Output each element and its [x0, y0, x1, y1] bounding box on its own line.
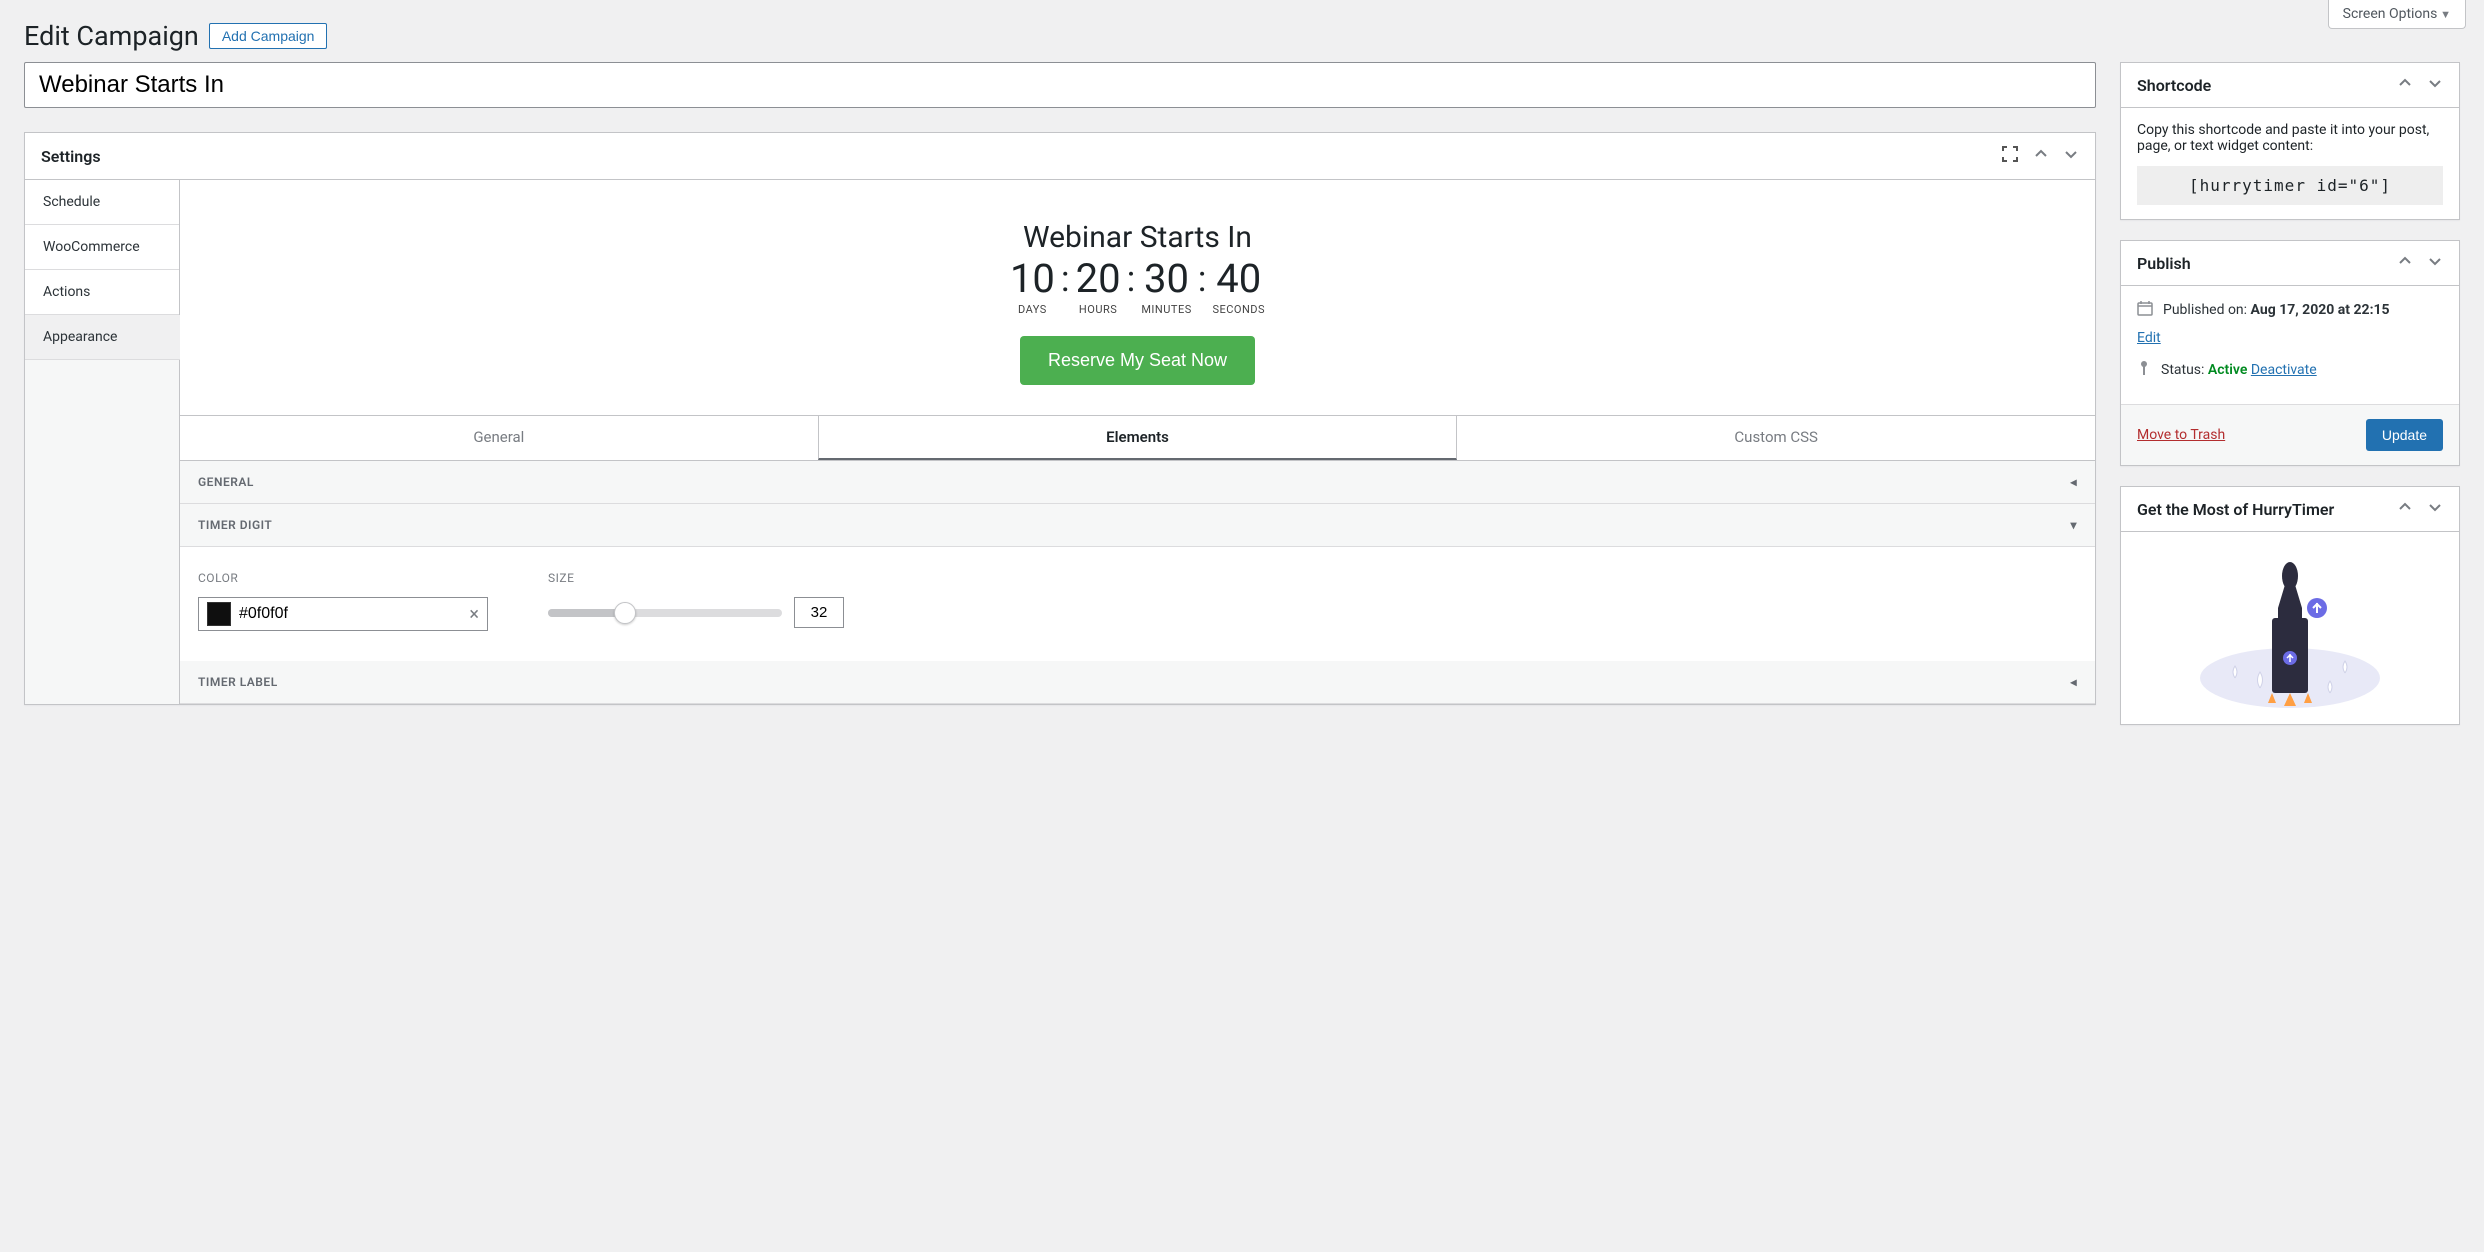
preview-title: Webinar Starts In: [200, 220, 2075, 255]
collapse-down-icon[interactable]: [2063, 146, 2079, 166]
timer-hours-value: 20: [1076, 259, 1121, 299]
triangle-down-icon: ▾: [2070, 518, 2077, 532]
subtab-custom-css[interactable]: Custom CSS: [1457, 416, 2095, 460]
tab-appearance[interactable]: Appearance: [25, 315, 180, 360]
status-value: Active: [2208, 362, 2247, 378]
collapse-up-icon[interactable]: [2397, 253, 2413, 273]
collapse-up-icon[interactable]: [2397, 75, 2413, 95]
accordion-timer-label[interactable]: TIMER LABEL ◂: [180, 661, 2095, 704]
timer-seconds-label: SECONDS: [1212, 303, 1265, 316]
calendar-icon: [2137, 300, 2153, 320]
slider-thumb[interactable]: [614, 602, 636, 624]
shortcode-box: Shortcode Copy this shortcode and paste …: [2120, 62, 2460, 220]
add-campaign-button[interactable]: Add Campaign: [209, 23, 328, 49]
accordion-timer-label-label: TIMER LABEL: [198, 675, 278, 689]
timer-minutes-label: MINUTES: [1141, 303, 1191, 316]
triangle-left-icon: ◂: [2070, 675, 2077, 689]
screen-options-toggle[interactable]: Screen Options: [2328, 0, 2466, 29]
tab-schedule[interactable]: Schedule: [25, 180, 179, 225]
accordion-timer-digit-label: TIMER DIGIT: [198, 518, 272, 532]
promo-box-title: Get the Most of HurryTimer: [2137, 500, 2334, 519]
collapse-down-icon[interactable]: [2427, 499, 2443, 519]
campaign-title-input[interactable]: [24, 62, 2096, 108]
timer-separator: :: [1127, 259, 1136, 297]
shortcode-description: Copy this shortcode and paste it into yo…: [2137, 122, 2443, 154]
size-field-label: SIZE: [548, 571, 844, 585]
timer-days: 10 DAYS: [1010, 259, 1055, 316]
timer-hours: 20 HOURS: [1076, 259, 1121, 316]
timer-separator: :: [1198, 259, 1207, 297]
settings-box: Settings Schedul: [24, 132, 2096, 705]
timer-seconds-value: 40: [1212, 259, 1265, 299]
promo-box: Get the Most of HurryTimer: [2120, 486, 2460, 725]
triangle-left-icon: ◂: [2070, 475, 2077, 489]
reserve-seat-button[interactable]: Reserve My Seat Now: [1020, 336, 1255, 385]
tab-woocommerce[interactable]: WooCommerce: [25, 225, 179, 270]
tab-actions[interactable]: Actions: [25, 270, 179, 315]
timer-preview: Webinar Starts In 10 DAYS : 20 HOURS: [180, 180, 2095, 415]
subtab-general[interactable]: General: [180, 416, 818, 460]
shortcode-box-title: Shortcode: [2137, 76, 2211, 95]
timer-minutes: 30 MINUTES: [1141, 259, 1191, 316]
rocket-illustration: [2190, 548, 2390, 708]
edit-publish-date-link[interactable]: Edit: [2137, 330, 2161, 346]
clear-color-icon[interactable]: ×: [469, 604, 479, 625]
timer-days-label: DAYS: [1010, 303, 1055, 316]
accordion-timer-digit[interactable]: TIMER DIGIT ▾: [180, 504, 2095, 547]
color-swatch[interactable]: [207, 602, 231, 626]
color-input-wrap[interactable]: ×: [198, 597, 488, 631]
deactivate-link[interactable]: Deactivate: [2251, 362, 2317, 378]
color-field-label: COLOR: [198, 571, 488, 585]
timer-hours-label: HOURS: [1076, 303, 1121, 316]
collapse-down-icon[interactable]: [2427, 75, 2443, 95]
color-input[interactable]: [239, 605, 461, 623]
publish-box: Publish Published on: Aug 17, 2020 at 22…: [2120, 240, 2460, 466]
collapse-down-icon[interactable]: [2427, 253, 2443, 273]
accordion-general[interactable]: GENERAL ◂: [180, 461, 2095, 504]
size-slider[interactable]: [548, 609, 782, 617]
timer-separator: :: [1061, 259, 1070, 297]
shortcode-code[interactable]: [hurrytimer id="6"]: [2137, 166, 2443, 205]
subtab-elements[interactable]: Elements: [818, 416, 1458, 460]
collapse-up-icon[interactable]: [2033, 146, 2049, 166]
fullscreen-icon[interactable]: [2001, 145, 2019, 167]
pin-icon: [2137, 360, 2151, 380]
settings-box-title: Settings: [41, 147, 101, 166]
timer-seconds: 40 SECONDS: [1212, 259, 1265, 316]
collapse-up-icon[interactable]: [2397, 499, 2413, 519]
timer-days-value: 10: [1010, 259, 1055, 299]
published-on-label: Published on:: [2163, 302, 2247, 318]
size-input[interactable]: [794, 597, 844, 628]
accordion-general-label: GENERAL: [198, 475, 254, 489]
status-label: Status:: [2161, 362, 2204, 378]
move-to-trash-link[interactable]: Move to Trash: [2137, 427, 2225, 443]
timer-minutes-value: 30: [1141, 259, 1191, 299]
publish-box-title: Publish: [2137, 254, 2191, 273]
update-button[interactable]: Update: [2366, 419, 2443, 451]
page-title: Edit Campaign: [24, 20, 199, 52]
published-date: Aug 17, 2020 at 22:15: [2251, 302, 2390, 318]
